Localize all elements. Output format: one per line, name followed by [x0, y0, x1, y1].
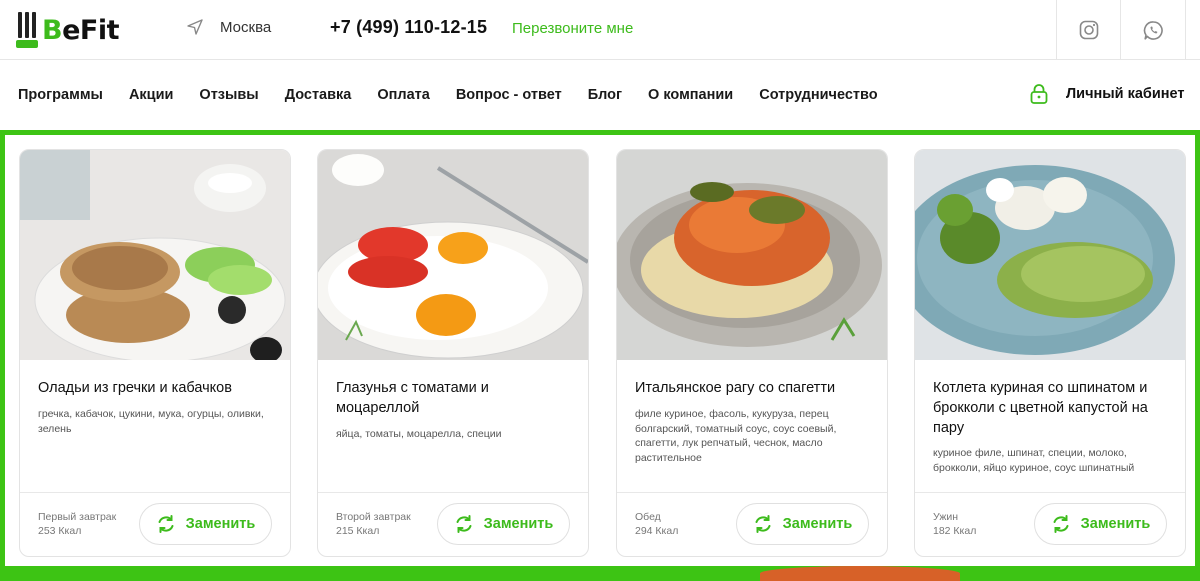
dish-title: Итальянское рагу со спагетти	[635, 380, 836, 396]
nav-item-about[interactable]: О компании	[648, 87, 733, 103]
menu-card: Котлета куриная со шпинатом и брокколи с…	[914, 149, 1186, 557]
dish-title: Глазунья с томатами и моцареллой	[336, 380, 489, 416]
dish-photo	[617, 150, 887, 360]
location-arrow-icon	[187, 19, 203, 35]
replace-button[interactable]: Заменить	[139, 503, 272, 545]
logo-text-accent: B	[42, 14, 63, 46]
meal-type: Обед	[635, 511, 661, 523]
menu-card: Глазунья с томатами и моцареллой яйца, т…	[317, 149, 589, 557]
replace-button-label: Заменить	[185, 516, 256, 532]
meal-calories: 182 Ккал	[933, 525, 977, 537]
lock-icon	[1030, 84, 1048, 104]
replace-button[interactable]: Заменить	[1034, 503, 1167, 545]
city-name: Москва	[220, 18, 272, 36]
whatsapp-icon	[1143, 20, 1163, 40]
highlight-frame-bottom	[0, 566, 1200, 581]
dish-photo	[20, 150, 290, 360]
city-selector[interactable]: Москва	[186, 18, 271, 36]
refresh-icon	[456, 515, 472, 533]
nav-item-cooperation[interactable]: Сотрудничество	[759, 87, 877, 103]
card-divider	[20, 492, 290, 493]
nav-item-blog[interactable]: Блог	[588, 87, 622, 103]
dish-photo	[915, 150, 1185, 360]
phone-number[interactable]: +7 (499) 110-12-15	[330, 17, 487, 38]
meal-type: Первый завтрак	[38, 511, 117, 523]
replace-button-label: Заменить	[1080, 516, 1151, 532]
replace-button-label: Заменить	[782, 516, 853, 532]
personal-account-link[interactable]: Личный кабинет	[1030, 84, 1185, 104]
nav-item-faq[interactable]: Вопрос - ответ	[456, 87, 562, 103]
nav-item-promotions[interactable]: Акции	[129, 87, 173, 103]
nav-item-programs[interactable]: Программы	[18, 87, 103, 103]
dish-ingredients: гречка, кабачок, цукини, мука, огурцы, о…	[38, 408, 264, 435]
nav-item-payment[interactable]: Оплата	[377, 87, 429, 103]
callback-link[interactable]: Перезвоните мне	[512, 20, 633, 37]
card-divider	[915, 492, 1185, 493]
instagram-button[interactable]	[1056, 0, 1120, 60]
refresh-icon	[1053, 515, 1069, 533]
nav-item-delivery[interactable]: Доставка	[285, 87, 352, 103]
dish-ingredients: куриное филе, шпинат, специи, молоко, бр…	[933, 447, 1135, 474]
menu-cards: Оладьи из гречки и кабачков гречка, каба…	[19, 149, 1187, 557]
whatsapp-button[interactable]	[1120, 0, 1186, 60]
replace-button[interactable]: Заменить	[437, 503, 570, 545]
dish-ingredients: яйца, томаты, моцарелла, специи	[336, 428, 502, 440]
nav-menu: Программы Акции Отзывы Доставка Оплата В…	[18, 87, 904, 103]
logo[interactable]: BeFit	[16, 10, 120, 50]
dish-photo	[318, 150, 588, 360]
replace-button-label: Заменить	[483, 516, 554, 532]
main-navigation: Программы Акции Отзывы Доставка Оплата В…	[0, 60, 1200, 130]
personal-account-label: Личный кабинет	[1066, 86, 1185, 102]
nav-item-reviews[interactable]: Отзывы	[199, 87, 258, 103]
menu-card: Оладьи из гречки и кабачков гречка, каба…	[19, 149, 291, 557]
meal-type: Второй завтрак	[336, 511, 411, 523]
card-divider	[318, 492, 588, 493]
dish-title: Котлета куриная со шпинатом и брокколи с…	[933, 380, 1148, 436]
header-top-bar: BeFit Москва +7 (499) 110-12-15 Перезвон…	[0, 0, 1200, 60]
refresh-icon	[755, 515, 771, 533]
replace-button[interactable]: Заменить	[736, 503, 869, 545]
instagram-icon	[1079, 20, 1098, 40]
logo-fork-icon	[16, 12, 38, 48]
menu-card: Итальянское рагу со спагетти филе курино…	[616, 149, 888, 557]
refresh-icon	[158, 515, 174, 533]
card-divider	[617, 492, 887, 493]
meal-calories: 215 Ккал	[336, 525, 380, 537]
logo-text: eFit	[62, 14, 120, 46]
dish-ingredients: филе куриное, фасоль, кукуруза, перец бо…	[635, 408, 837, 464]
dish-title: Оладьи из гречки и кабачков	[38, 380, 232, 396]
meal-calories: 294 Ккал	[635, 525, 679, 537]
meal-calories: 253 Ккал	[38, 525, 82, 537]
meal-type: Ужин	[933, 511, 959, 523]
